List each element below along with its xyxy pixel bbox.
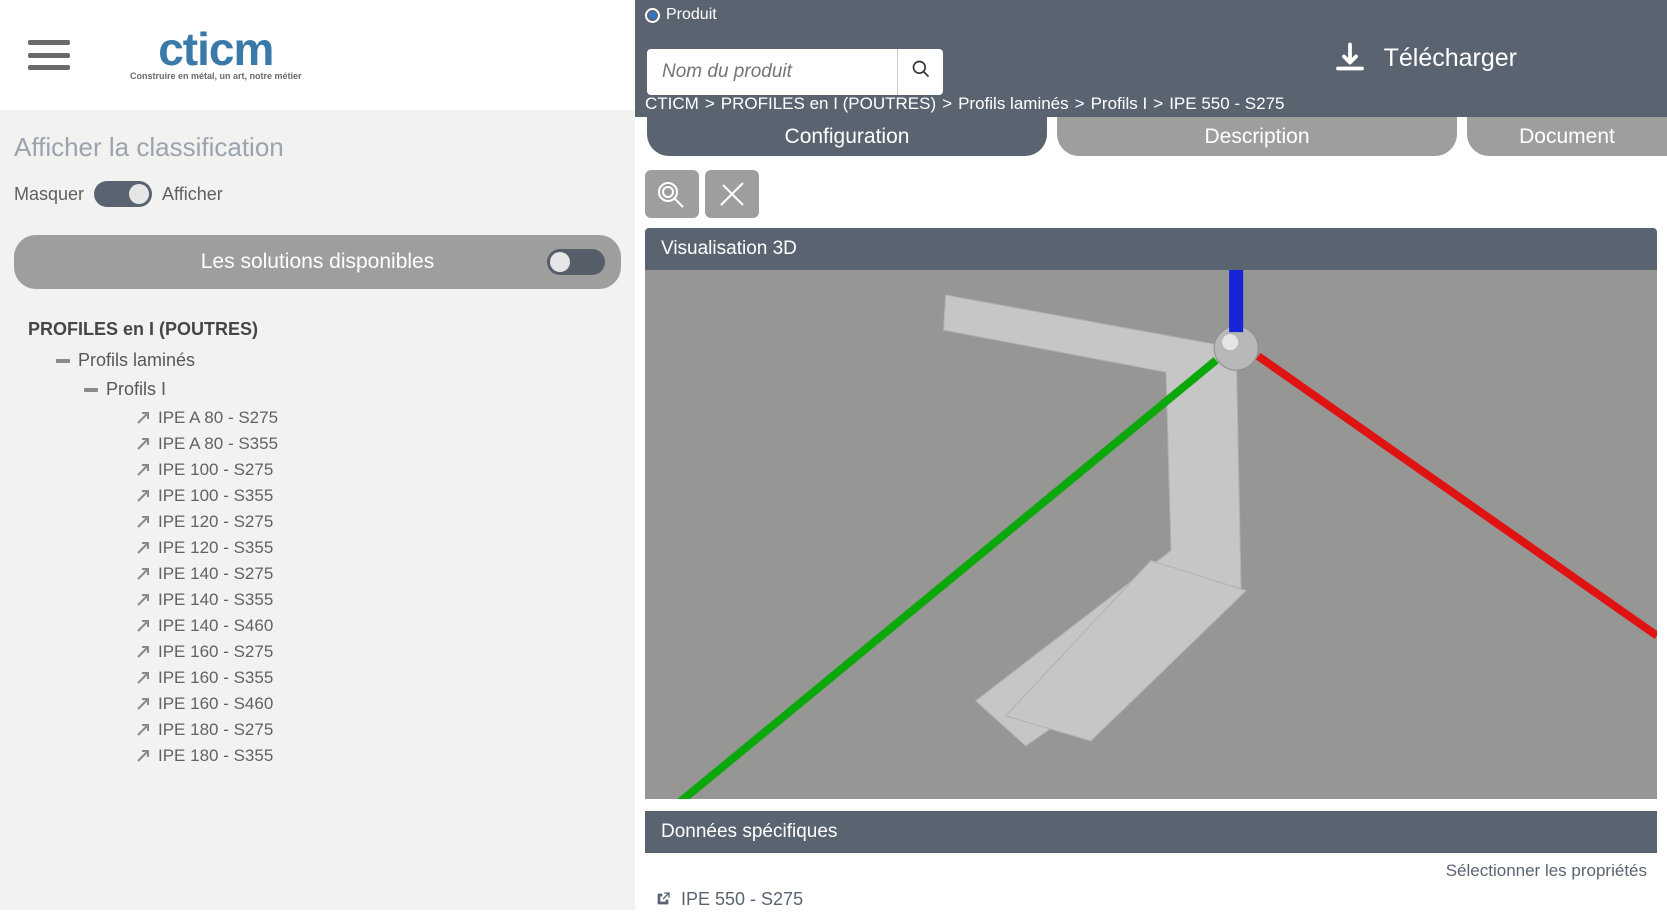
- tree-leaf[interactable]: IPE 180 - S275: [136, 720, 617, 740]
- zoom-tool-button[interactable]: [645, 170, 699, 218]
- hide-label: Masquer: [14, 184, 84, 205]
- tab-document[interactable]: Document: [1467, 117, 1667, 157]
- solutions-bar[interactable]: Les solutions disponibles: [14, 235, 621, 289]
- classification-toggle-row: Masquer Afficher: [0, 181, 635, 225]
- tree-level2[interactable]: Profils I: [84, 379, 617, 400]
- tabs: Configuration Description Document: [635, 117, 1667, 157]
- product-radio[interactable]: Produit: [645, 6, 717, 24]
- tree-leaf[interactable]: IPE A 80 - S275: [136, 408, 617, 428]
- top-bar: cticm Construire en métal, un art, notre…: [0, 0, 635, 110]
- search-button[interactable]: [897, 49, 943, 95]
- product-link-row[interactable]: IPE 550 - S275: [635, 889, 1667, 910]
- tree-leaf[interactable]: IPE A 80 - S355: [136, 434, 617, 454]
- header-band: Produit Télécharger CTICM>PROFILES en I …: [635, 0, 1667, 117]
- arrow-icon: [136, 749, 150, 763]
- collapse-icon: [56, 359, 70, 363]
- tree-leaf[interactable]: IPE 180 - S355: [136, 746, 617, 766]
- classification-toggle[interactable]: [94, 181, 152, 207]
- arrow-icon: [136, 697, 150, 711]
- arrow-icon: [136, 515, 150, 529]
- search-icon: [911, 59, 931, 79]
- tree-leaf[interactable]: IPE 140 - S275: [136, 564, 617, 584]
- tab-configuration[interactable]: Configuration: [647, 117, 1047, 157]
- arrow-icon: [136, 463, 150, 477]
- arrow-icon: [136, 411, 150, 425]
- visualisation-header: Visualisation 3D: [645, 228, 1657, 270]
- select-properties-link[interactable]: Sélectionner les propriétés: [635, 853, 1667, 889]
- arrow-icon: [136, 541, 150, 555]
- classification-title: Afficher la classification: [0, 110, 635, 181]
- main: Produit Télécharger CTICM>PROFILES en I …: [635, 0, 1667, 910]
- logo[interactable]: cticm Construire en métal, un art, notre…: [130, 29, 302, 80]
- download-button[interactable]: Télécharger: [1332, 40, 1517, 76]
- measure-tool-button[interactable]: [705, 170, 759, 218]
- tree-leaf[interactable]: IPE 120 - S355: [136, 538, 617, 558]
- search-input[interactable]: [647, 49, 897, 95]
- tab-description[interactable]: Description: [1057, 117, 1457, 157]
- tree-leaf[interactable]: IPE 120 - S275: [136, 512, 617, 532]
- external-link-icon: [655, 891, 671, 907]
- arrow-icon: [136, 567, 150, 581]
- solutions-label: Les solutions disponibles: [201, 250, 434, 274]
- tree-leaf[interactable]: IPE 100 - S355: [136, 486, 617, 506]
- tree-leaf[interactable]: IPE 160 - S460: [136, 694, 617, 714]
- visualisation-3d-viewport[interactable]: [645, 270, 1657, 799]
- hamburger-menu-icon[interactable]: [28, 40, 70, 70]
- tree-leaf[interactable]: IPE 160 - S355: [136, 668, 617, 688]
- zoom-icon: [655, 179, 689, 209]
- breadcrumb[interactable]: CTICM>PROFILES en I (POUTRES)>Profils la…: [645, 94, 1285, 114]
- tree-leaf[interactable]: IPE 140 - S355: [136, 590, 617, 610]
- collapse-icon: [84, 388, 98, 392]
- arrow-icon: [136, 723, 150, 737]
- arrow-icon: [136, 437, 150, 451]
- tree-leaf[interactable]: IPE 100 - S275: [136, 460, 617, 480]
- tool-row: [635, 156, 1667, 228]
- specific-data-header: Données spécifiques: [645, 811, 1657, 853]
- ruler-pencil-icon: [715, 179, 749, 209]
- tree-leaf[interactable]: IPE 140 - S460: [136, 616, 617, 636]
- tree-root[interactable]: PROFILES en I (POUTRES): [28, 319, 617, 340]
- solutions-toggle[interactable]: [547, 249, 605, 275]
- sidebar: cticm Construire en métal, un art, notre…: [0, 0, 635, 910]
- arrow-icon: [136, 645, 150, 659]
- tree-scroll[interactable]: PROFILES en I (POUTRES) Profils laminés …: [28, 319, 621, 799]
- arrow-icon: [136, 619, 150, 633]
- tree: PROFILES en I (POUTRES) Profils laminés …: [0, 319, 635, 910]
- arrow-icon: [136, 489, 150, 503]
- tree-level1[interactable]: Profils laminés: [56, 350, 617, 371]
- download-icon: [1332, 40, 1368, 76]
- arrow-icon: [136, 671, 150, 685]
- tree-leaf[interactable]: IPE 160 - S275: [136, 642, 617, 662]
- show-label: Afficher: [162, 184, 223, 205]
- arrow-icon: [136, 593, 150, 607]
